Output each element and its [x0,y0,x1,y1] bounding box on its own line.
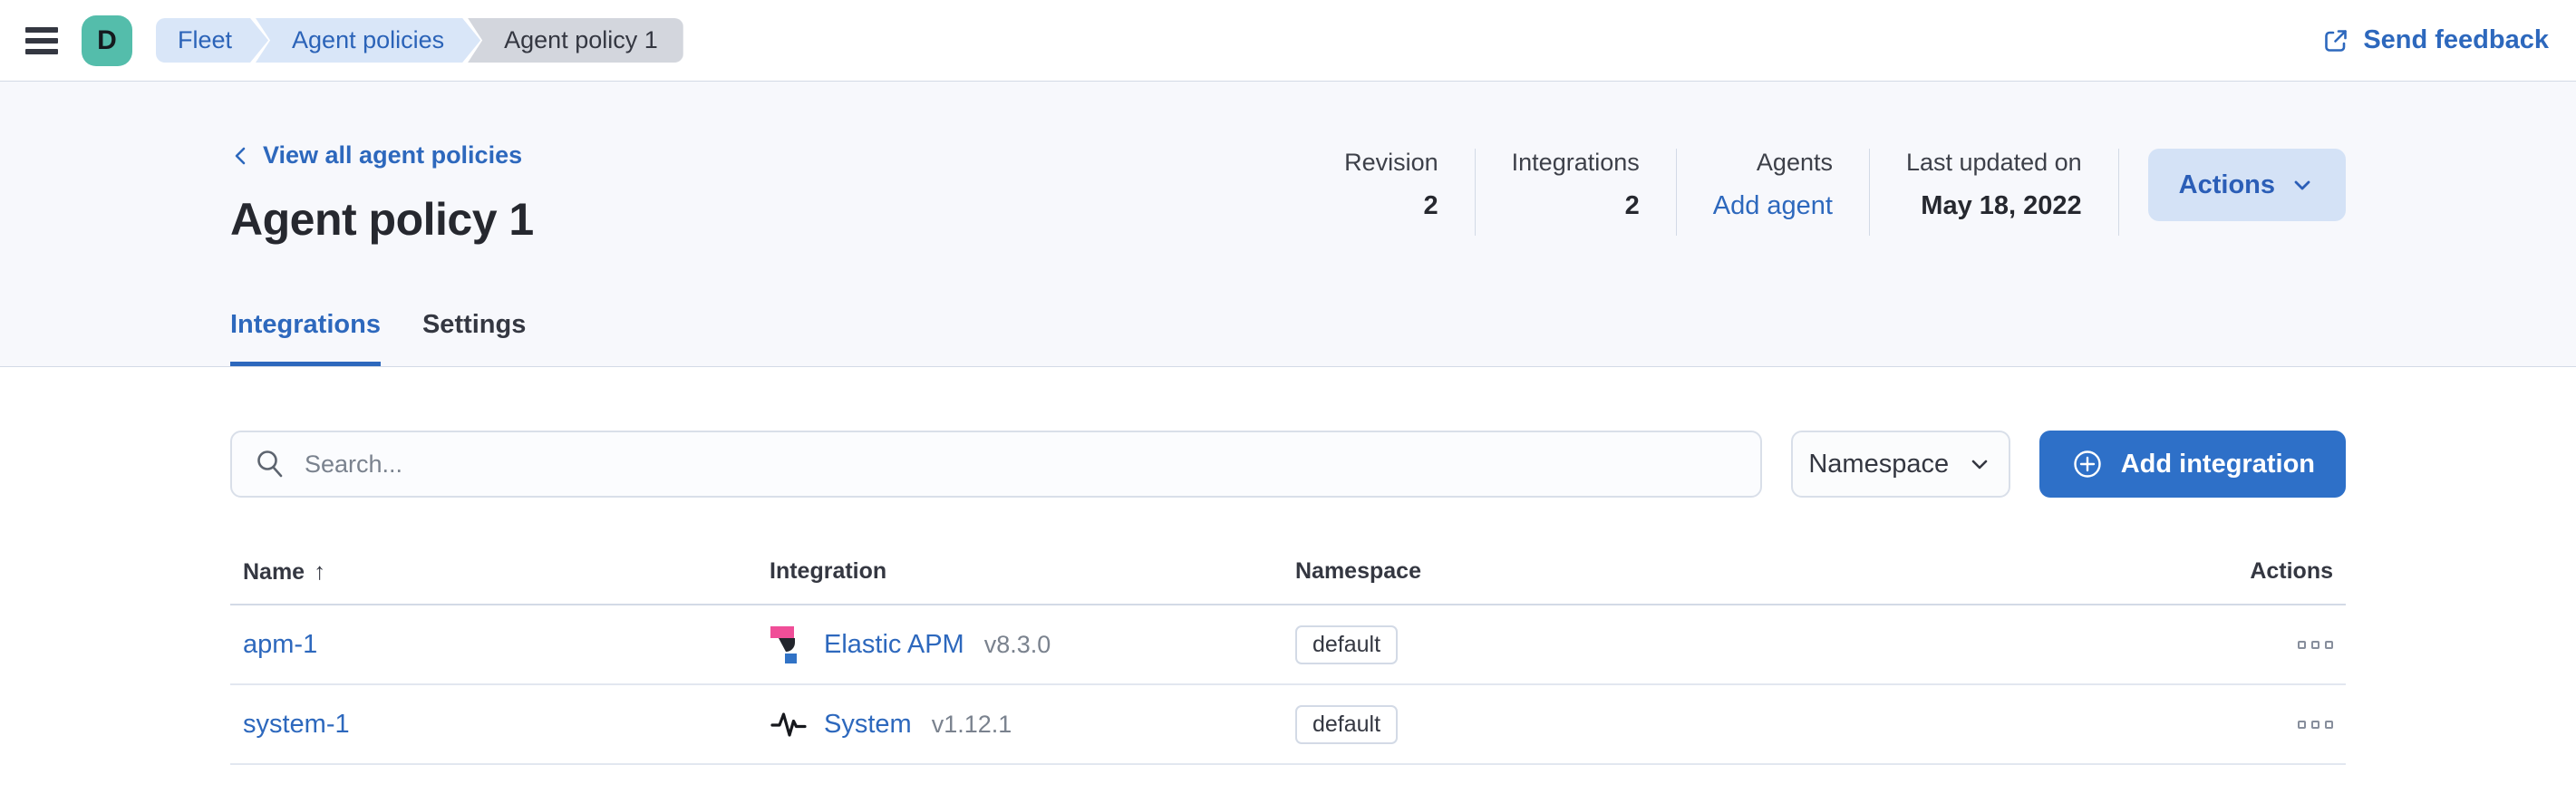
chevron-down-icon [1967,451,1992,477]
integration-link[interactable]: System [824,710,912,740]
breadcrumb: Fleet Agent policies Agent policy 1 [156,18,683,63]
column-header-name[interactable]: Name↑ [230,557,770,586]
external-link-icon [2321,26,2350,55]
breadcrumb-agent-policy-1: Agent policy 1 [468,18,683,63]
tab-integrations[interactable]: Integrations [230,310,381,366]
chevron-left-icon [230,145,252,167]
search-input[interactable] [305,450,1738,479]
page-header: View all agent policies Agent policy 1 R… [0,82,2576,367]
send-feedback-label: Send feedback [2363,25,2549,55]
row-actions-button[interactable] [2298,715,2333,734]
namespace-filter-button[interactable]: Namespace [1791,431,2010,498]
tab-settings[interactable]: Settings [422,310,526,366]
namespace-badge: default [1295,625,1398,664]
main-content: Namespace Add integration Name↑ Integrat… [0,367,2576,765]
system-icon [770,705,808,743]
breadcrumb-agent-policies[interactable]: Agent policies [256,18,480,63]
integration-version: v8.3.0 [984,631,1051,659]
column-header-integration: Integration [770,558,1295,585]
chevron-down-icon [2290,172,2315,198]
apm-icon [770,625,808,663]
table-row: system-1 System v1.12.1 default [230,685,2346,765]
view-all-policies-link[interactable]: View all agent policies [230,141,534,169]
add-agent-link[interactable]: Add agent [1713,191,1833,221]
stat-agents: Agents Add agent [1677,149,1870,236]
row-actions-button[interactable] [2298,635,2333,654]
top-bar: D Fleet Agent policies Agent policy 1 Se… [0,0,2576,82]
page-title: Agent policy 1 [230,193,534,246]
menu-icon[interactable] [25,27,58,54]
integration-link[interactable]: Elastic APM [824,630,964,660]
sort-asc-icon: ↑ [314,557,325,585]
column-header-actions: Actions [2201,558,2346,585]
actions-button[interactable]: Actions [2148,149,2346,221]
avatar[interactable]: D [82,15,132,66]
toolbar: Namespace Add integration [230,431,2346,498]
search-box [230,431,1762,498]
add-integration-button[interactable]: Add integration [2039,431,2346,498]
stat-integrations: Integrations 2 [1476,149,1677,236]
breadcrumb-fleet[interactable]: Fleet [156,18,268,63]
table-header-row: Name↑ Integration Namespace Actions [230,557,2346,605]
policy-name-link[interactable]: apm-1 [243,630,317,659]
plus-circle-icon [2070,447,2105,481]
column-header-namespace: Namespace [1295,558,2201,585]
tab-bar: Integrations Settings [230,310,2346,366]
header-stats: Revision 2 Integrations 2 Agents Add age… [1308,149,2346,246]
stat-last-updated: Last updated on May 18, 2022 [1870,149,2119,236]
policy-name-link[interactable]: system-1 [243,710,350,739]
search-icon [254,448,286,480]
integrations-table: Name↑ Integration Namespace Actions apm-… [230,557,2346,765]
namespace-badge: default [1295,705,1398,744]
header-left: View all agent policies Agent policy 1 [230,141,534,246]
table-row: apm-1 Elastic APM v8.3.0 default [230,605,2346,685]
integration-version: v1.12.1 [932,711,1012,739]
send-feedback-link[interactable]: Send feedback [2321,25,2549,55]
stat-revision: Revision 2 [1308,149,1476,236]
